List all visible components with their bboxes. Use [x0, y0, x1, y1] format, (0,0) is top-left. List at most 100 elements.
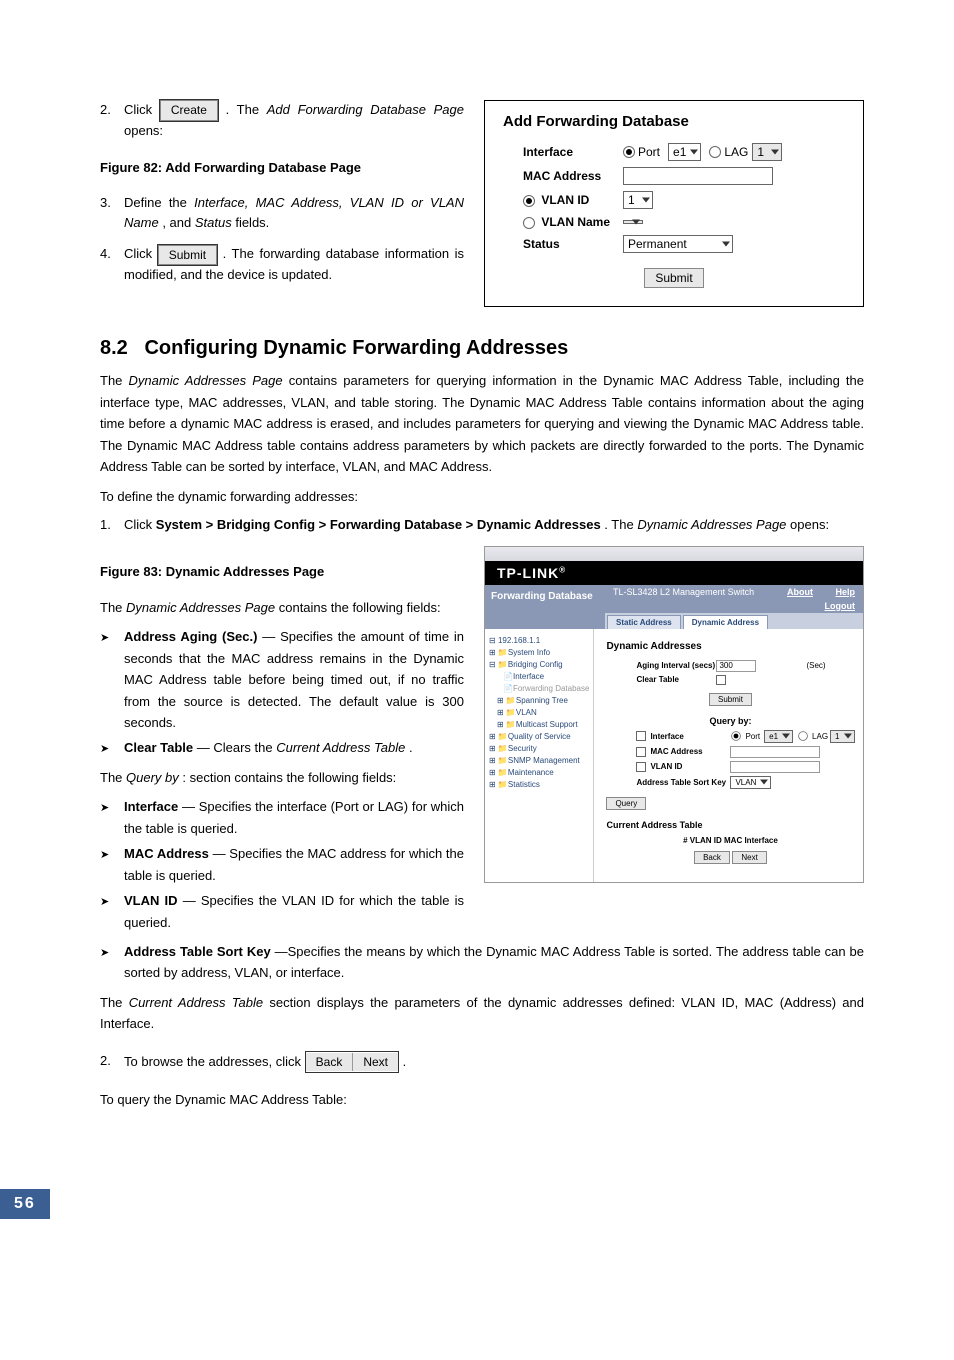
text: To browse the addresses, click [124, 1054, 305, 1069]
tab-dynamic-address[interactable]: Dynamic Address [683, 615, 768, 629]
bullet-icon: ➤ [100, 737, 124, 758]
term: Address Table Sort Key [124, 944, 271, 959]
text: The [100, 373, 129, 388]
query-button[interactable]: Query [606, 797, 646, 810]
submit-button[interactable]: Submit [158, 245, 217, 265]
lag-select[interactable]: 1 [830, 730, 854, 743]
vlanid-select[interactable]: 1 [623, 191, 653, 209]
status-select[interactable]: Permanent [623, 235, 733, 253]
text-italic: Add Forwarding Database Page [267, 102, 464, 117]
mac-input[interactable] [730, 746, 820, 758]
tree-item[interactable]: System Info [508, 648, 550, 657]
port-select[interactable]: e1 [668, 143, 701, 161]
nav-tree[interactable]: ⊟ 192.168.1.1 ⊞ 📁System Info ⊟ 📁Bridging… [485, 629, 594, 882]
text: opens: [124, 123, 163, 138]
vlanname-radio[interactable] [523, 217, 535, 229]
lag-label: LAG [724, 145, 748, 159]
tree-item[interactable]: Quality of Service [508, 732, 571, 741]
tree-item[interactable]: Maintenance [508, 768, 554, 777]
text: contains parameters for querying informa… [100, 373, 864, 474]
text: contains the following fields: [279, 600, 441, 615]
back-button[interactable]: Back [306, 1053, 354, 1071]
add-forwarding-database-dialog: Add Forwarding Database Interface Port e… [484, 100, 864, 307]
section-heading: 8.2 Configuring Dynamic Forwarding Addre… [100, 337, 864, 360]
tree-item[interactable]: VLAN [516, 708, 537, 717]
logout-link[interactable]: Logout [825, 601, 856, 611]
text-italic: Dynamic Addresses Page [637, 517, 786, 532]
vlanid-input[interactable] [730, 761, 820, 773]
text: — Specifies the amount of time in second… [124, 629, 464, 730]
tree-item[interactable]: Statistics [508, 780, 540, 789]
sortkey-select[interactable]: VLAN [730, 776, 771, 789]
lag-radio[interactable] [798, 732, 808, 742]
model-label: TL-SL3428 L2 Management Switch [613, 587, 754, 597]
text: fields. [235, 215, 269, 230]
submit-button[interactable]: Submit [709, 693, 752, 706]
step-1-num: 1. [100, 515, 124, 536]
text-italic: Query by [126, 770, 179, 785]
port-radio[interactable] [623, 146, 635, 158]
vlanname-label: VLAN Name [541, 215, 610, 229]
step-3-num: 3. [100, 193, 124, 235]
next-button[interactable]: Next [732, 851, 766, 864]
bullet-interface: Interface — Specifies the interface (Por… [124, 796, 464, 839]
step-4-text: Click Submit . The forwarding database i… [124, 244, 464, 286]
tree-item[interactable]: SNMP Management [508, 756, 580, 765]
paragraph-1: The Dynamic Addresses Page contains para… [100, 370, 864, 477]
main-title: Dynamic Addresses [606, 641, 854, 652]
clear-label: Clear Table [606, 675, 716, 684]
bullet-icon: ➤ [100, 843, 124, 886]
text: . [403, 1054, 407, 1069]
port-radio[interactable] [732, 732, 742, 742]
step-1-text: Click System > Bridging Config > Forward… [124, 515, 864, 536]
bullet-icon: ➤ [100, 941, 124, 984]
text-italic: Current Address Table [129, 995, 263, 1010]
text-italic: Status [195, 215, 232, 230]
mac-input[interactable] [623, 167, 773, 185]
bullet-sortkey: Address Table Sort Key —Specifies the me… [124, 941, 864, 984]
figure-83-screenshot: TP-LINK® Forwarding Database TL-SL3428 L… [484, 546, 864, 883]
afd-submit-button[interactable]: Submit [644, 268, 703, 288]
text: . The [604, 517, 637, 532]
text: opens: [790, 517, 829, 532]
help-link[interactable]: Help [835, 587, 855, 597]
lag-label: LAG [812, 732, 828, 741]
port-select[interactable]: e1 [764, 730, 793, 743]
text: The [100, 600, 126, 615]
interface-checkbox[interactable] [636, 731, 646, 741]
lag-radio[interactable] [709, 146, 721, 158]
port-label: Port [745, 732, 760, 741]
mac-checkbox[interactable] [636, 747, 646, 757]
tree-item[interactable]: Multicast Support [516, 720, 578, 729]
paragraph-3: The Dynamic Addresses Page contains the … [100, 597, 464, 618]
back-button[interactable]: Back [694, 851, 730, 864]
bullet-icon: ➤ [100, 796, 124, 839]
cat-columns: # VLAN ID MAC Interface [606, 836, 854, 845]
vlanid-radio[interactable] [523, 195, 535, 207]
tab-static-address[interactable]: Static Address [607, 615, 681, 629]
lag-select[interactable]: 1 [752, 143, 782, 161]
next-button[interactable]: Next [353, 1053, 398, 1071]
tree-item[interactable]: Spanning Tree [516, 696, 568, 705]
tree-item-selected[interactable]: Forwarding Database [513, 684, 589, 693]
create-button[interactable]: Create [160, 100, 218, 120]
interface-label: Interface [523, 145, 623, 159]
text: Define the [124, 195, 194, 210]
brand-logo: TP-LINK® [485, 561, 863, 585]
aging-input[interactable]: 300 [716, 660, 756, 672]
panel-title: Forwarding Database [485, 585, 605, 629]
clear-checkbox[interactable] [716, 675, 726, 685]
vlanid-label: VLAN ID [650, 762, 730, 771]
tree-item[interactable]: Bridging Config [508, 660, 563, 669]
tree-item[interactable]: Interface [513, 672, 544, 681]
vlanname-select[interactable] [623, 220, 643, 224]
text: . The [226, 102, 267, 117]
about-link[interactable]: About [787, 587, 813, 597]
tree-ip: 192.168.1.1 [498, 636, 540, 645]
interface-label: Interface [650, 732, 730, 741]
tree-item[interactable]: Security [508, 744, 537, 753]
bullet-clear: Clear Table — Clears the Current Address… [124, 737, 464, 758]
vlanid-checkbox[interactable] [636, 762, 646, 772]
text: Click [124, 246, 158, 261]
dialog-title: Add Forwarding Database [503, 113, 845, 130]
